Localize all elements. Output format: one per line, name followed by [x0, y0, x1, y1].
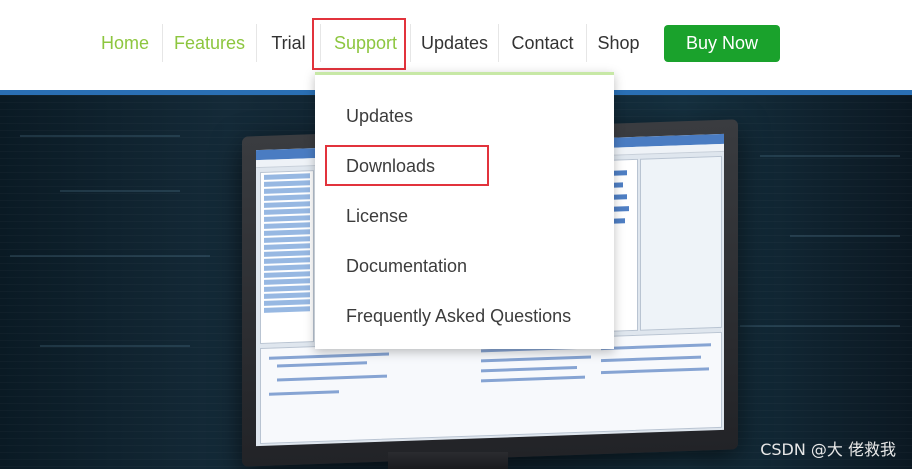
dropdown-item-downloads[interactable]: Downloads	[346, 155, 435, 177]
watermark-text: CSDN @大 佬救我	[760, 440, 896, 459]
nav-shop[interactable]: Shop	[586, 24, 650, 62]
nav-contact[interactable]: Contact	[498, 24, 586, 62]
nav-home[interactable]: Home	[88, 24, 162, 62]
nav-support[interactable]: Support	[320, 24, 410, 62]
support-dropdown-menu: Updates Downloads License Documentation …	[315, 72, 614, 349]
nav-updates[interactable]: Updates	[410, 24, 498, 62]
dropdown-item-updates[interactable]: Updates	[346, 105, 413, 127]
buy-now-button[interactable]: Buy Now	[664, 24, 781, 62]
dropdown-item-faq[interactable]: Frequently Asked Questions	[346, 305, 571, 327]
dropdown-item-license[interactable]: License	[346, 205, 408, 227]
dropdown-item-documentation[interactable]: Documentation	[346, 255, 467, 277]
main-nav: Home Features Trial Support Updates Cont…	[88, 24, 781, 62]
nav-trial[interactable]: Trial	[256, 24, 320, 62]
monitor-stand	[388, 452, 508, 469]
nav-features[interactable]: Features	[162, 24, 256, 62]
